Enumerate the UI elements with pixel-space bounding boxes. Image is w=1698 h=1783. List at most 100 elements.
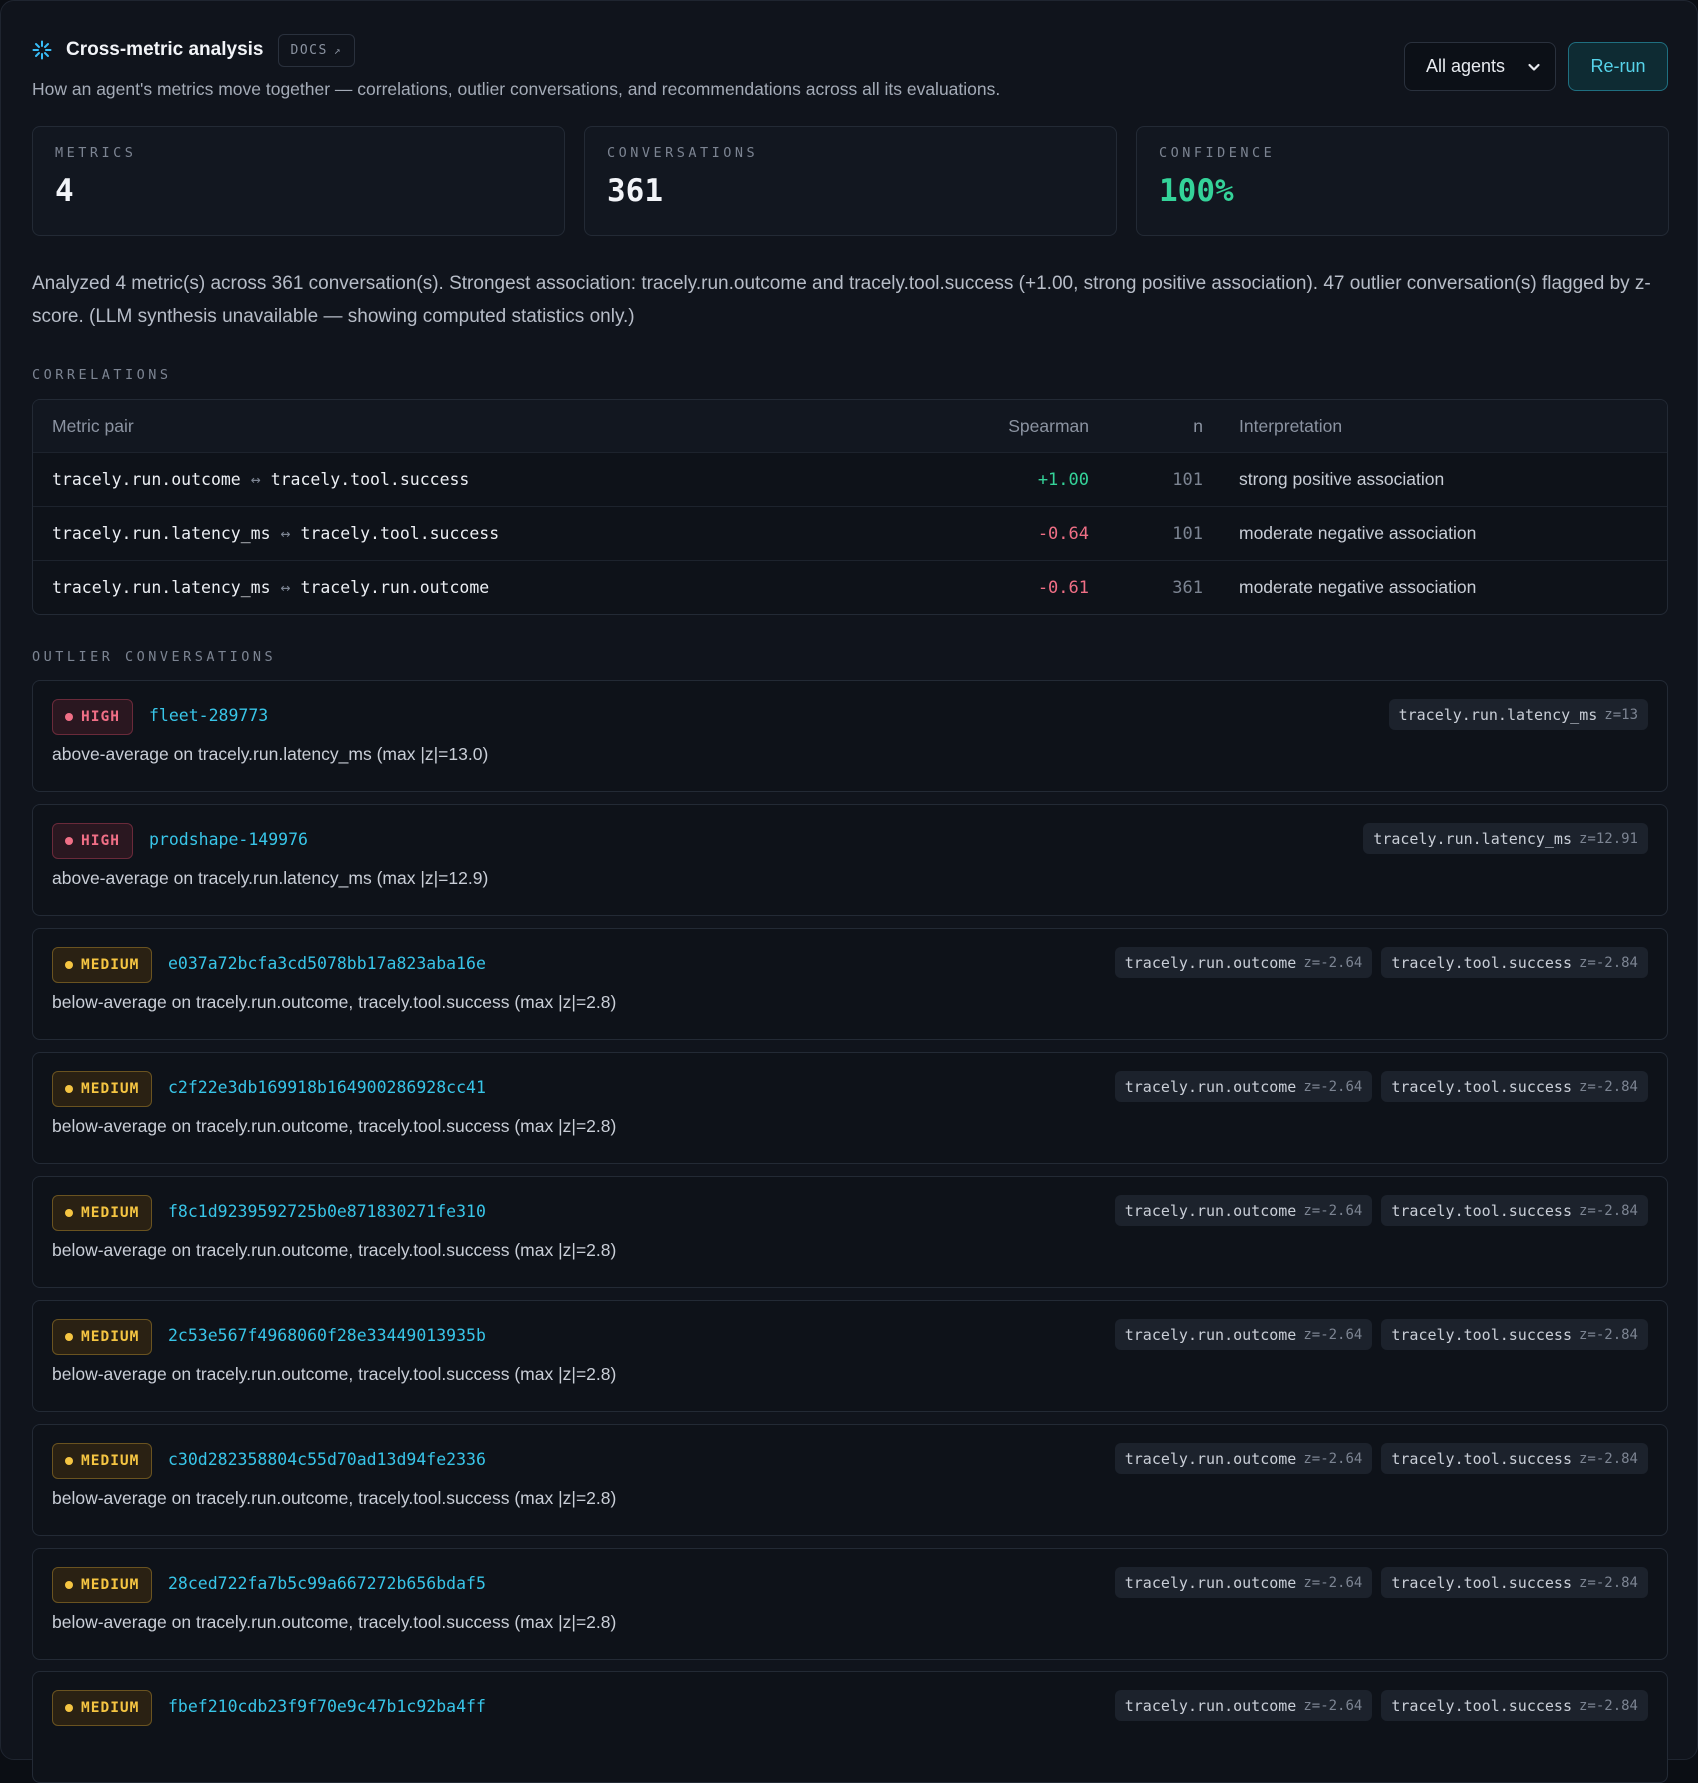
severity-label: MEDIUM bbox=[81, 1453, 140, 1469]
chip-z: z=-2.64 bbox=[1303, 1202, 1363, 1219]
table-row: tracely.run.latency_ms ↔ tracely.run.outco… bbox=[33, 560, 1667, 614]
metric-b: tracely.run.outcome bbox=[300, 578, 490, 597]
severity-dot-icon bbox=[65, 1581, 73, 1589]
rerun-button[interactable]: Re-run bbox=[1568, 42, 1668, 91]
chip-z: z=-2.64 bbox=[1303, 1078, 1363, 1095]
outlier-card[interactable]: MEDIUM f8c1d9239592725b0e871830271fe310 … bbox=[32, 1176, 1668, 1288]
conversation-id-link[interactable]: c30d282358804c55d70ad13d94fe2336 bbox=[168, 1450, 486, 1469]
conversation-id-link[interactable]: fbef210cdb23f9f70e9c47b1c92ba4ff bbox=[168, 1697, 486, 1716]
metric-chip: tracely.tool.success z=-2.84 bbox=[1381, 1567, 1648, 1598]
metric-b: tracely.tool.success bbox=[270, 470, 470, 489]
analysis-summary: Analyzed 4 metric(s) across 361 conversa… bbox=[32, 273, 1651, 327]
chip-metric: tracely.tool.success bbox=[1391, 1696, 1572, 1715]
column-header-pair: Metric pair bbox=[52, 415, 134, 436]
metric-chip: tracely.run.outcome z=-2.64 bbox=[1114, 1443, 1373, 1474]
stat-card-conversations: CONVERSATIONS 361 bbox=[584, 126, 1117, 236]
severity-label: MEDIUM bbox=[81, 1700, 140, 1716]
chip-z: z=-2.84 bbox=[1578, 1574, 1638, 1591]
outlier-description: below-average on tracely.run.outcome, tr… bbox=[52, 1364, 617, 1384]
outlier-description: below-average on tracely.run.outcome, tr… bbox=[52, 1488, 617, 1508]
column-header-spearman: Spearman bbox=[1008, 415, 1089, 436]
severity-label: HIGH bbox=[81, 709, 120, 725]
severity-badge: HIGH bbox=[52, 699, 133, 735]
outlier-card[interactable]: HIGH fleet-289773 above-average on trace… bbox=[32, 680, 1668, 792]
outlier-description: above-average on tracely.run.latency_ms … bbox=[52, 744, 489, 764]
outlier-card[interactable]: MEDIUM c2f22e3db169918b164900286928cc41 … bbox=[32, 1052, 1668, 1164]
stat-label: CONFIDENCE bbox=[1159, 145, 1276, 161]
conversation-id-link[interactable]: 2c53e567f4968060f28e33449013935b bbox=[168, 1326, 486, 1345]
outlier-card[interactable]: MEDIUM c30d282358804c55d70ad13d94fe2336 … bbox=[32, 1424, 1668, 1536]
bidirectional-arrow-icon: ↔ bbox=[280, 524, 291, 543]
outlier-card[interactable]: MEDIUM 28ced722fa7b5c99a667272b656bdaf5 … bbox=[32, 1548, 1668, 1660]
chip-metric: tracely.tool.success bbox=[1391, 1325, 1572, 1344]
metric-chip: tracely.tool.success z=-2.84 bbox=[1381, 1690, 1648, 1721]
severity-dot-icon bbox=[65, 1209, 73, 1217]
metric-chip: tracely.run.outcome z=-2.64 bbox=[1114, 1567, 1373, 1598]
bidirectional-arrow-icon: ↔ bbox=[280, 578, 291, 597]
agent-select[interactable]: All agents bbox=[1404, 42, 1556, 91]
chip-z: z=13 bbox=[1604, 706, 1638, 723]
severity-dot-icon bbox=[65, 1704, 73, 1712]
chip-z: z=-2.84 bbox=[1578, 1450, 1638, 1467]
outliers-heading: OUTLIER CONVERSATIONS bbox=[32, 649, 277, 665]
spearman-value: +1.00 bbox=[1037, 469, 1089, 490]
stats-row: METRICS 4 CONVERSATIONS 361 CONFIDENCE 1… bbox=[32, 126, 1669, 236]
chip-z: z=-2.64 bbox=[1303, 954, 1363, 971]
chip-z: z=-2.84 bbox=[1578, 954, 1638, 971]
agent-select-value: All agents bbox=[1426, 56, 1506, 76]
chip-z: z=-2.84 bbox=[1578, 1697, 1638, 1714]
metric-chips: tracely.run.outcome z=-2.64 tracely.tool.… bbox=[1114, 1443, 1648, 1474]
severity-label: MEDIUM bbox=[81, 1577, 140, 1593]
severity-label: HIGH bbox=[81, 833, 120, 849]
outlier-card[interactable]: MEDIUM e037a72bcfa3cd5078bb17a823aba16e … bbox=[32, 928, 1668, 1040]
chip-z: z=-2.84 bbox=[1578, 1202, 1638, 1219]
conversation-id-link[interactable]: 28ced722fa7b5c99a667272b656bdaf5 bbox=[168, 1574, 486, 1593]
chip-metric: tracely.run.outcome bbox=[1124, 1201, 1297, 1220]
metric-chip: tracely.run.outcome z=-2.64 bbox=[1114, 947, 1373, 978]
stat-label: METRICS bbox=[55, 145, 137, 161]
stat-label: CONVERSATIONS bbox=[607, 145, 759, 161]
conversation-id-link[interactable]: prodshape-149976 bbox=[149, 830, 308, 849]
docs-label: DOCS bbox=[290, 42, 328, 58]
metric-chip: tracely.tool.success z=-2.84 bbox=[1381, 1071, 1648, 1102]
metric-chip: tracely.tool.success z=-2.84 bbox=[1381, 1443, 1648, 1474]
chip-z: z=12.91 bbox=[1578, 830, 1638, 847]
chip-z: z=-2.64 bbox=[1303, 1697, 1363, 1714]
severity-dot-icon bbox=[65, 837, 73, 845]
severity-label: MEDIUM bbox=[81, 1081, 140, 1097]
table-row: tracely.run.latency_ms ↔ tracely.tool.succ… bbox=[33, 506, 1667, 560]
chevron-down-icon bbox=[1528, 63, 1540, 71]
table-row: tracely.run.outcome ↔ tracely.tool.success… bbox=[33, 452, 1667, 506]
bidirectional-arrow-icon: ↔ bbox=[250, 470, 261, 489]
metric-pair: tracely.run.outcome ↔ tracely.tool.success bbox=[33, 470, 973, 489]
conversation-id-link[interactable]: c2f22e3db169918b164900286928cc41 bbox=[168, 1078, 486, 1097]
metric-pair: tracely.run.latency_ms ↔ tracely.run.outco… bbox=[33, 578, 973, 597]
spearman-value: -0.61 bbox=[1037, 577, 1089, 598]
metric-a: tracely.run.outcome bbox=[52, 470, 241, 489]
severity-badge: MEDIUM bbox=[52, 1567, 153, 1603]
severity-dot-icon bbox=[65, 961, 73, 969]
conversation-id-link[interactable]: e037a72bcfa3cd5078bb17a823aba16e bbox=[168, 954, 486, 973]
column-header-n: n bbox=[1193, 415, 1203, 436]
chip-z: z=-2.64 bbox=[1303, 1326, 1363, 1343]
outlier-card[interactable]: MEDIUM 2c53e567f4968060f28e33449013935b … bbox=[32, 1300, 1668, 1412]
severity-badge: MEDIUM bbox=[52, 1319, 153, 1355]
spearman-value: -0.64 bbox=[1037, 523, 1089, 544]
outlier-card[interactable]: HIGH prodshape-149976 above-average on t… bbox=[32, 804, 1668, 916]
chip-metric: tracely.run.latency_ms bbox=[1398, 705, 1598, 724]
metric-chips: tracely.run.outcome z=-2.64 tracely.tool.… bbox=[1114, 1567, 1648, 1598]
chip-metric: tracely.run.outcome bbox=[1124, 1573, 1297, 1592]
outlier-description: below-average on tracely.run.outcome, tr… bbox=[52, 1240, 617, 1260]
conversation-id-link[interactable]: f8c1d9239592725b0e871830271fe310 bbox=[168, 1202, 486, 1221]
n-value: 101 bbox=[1172, 523, 1203, 544]
metric-chip: tracely.run.outcome z=-2.64 bbox=[1114, 1690, 1373, 1721]
outlier-card[interactable]: MEDIUM fbef210cdb23f9f70e9c47b1c92ba4ff … bbox=[32, 1671, 1668, 1783]
chip-z: z=-2.84 bbox=[1578, 1078, 1638, 1095]
metric-a: tracely.run.latency_ms bbox=[52, 578, 271, 597]
stat-card-confidence: CONFIDENCE 100% bbox=[1136, 126, 1669, 236]
severity-badge: HIGH bbox=[52, 823, 133, 859]
n-value: 101 bbox=[1172, 469, 1203, 490]
conversation-id-link[interactable]: fleet-289773 bbox=[149, 706, 268, 725]
metric-chip: tracely.tool.success z=-2.84 bbox=[1381, 1195, 1648, 1226]
docs-link[interactable]: DOCS ↗ bbox=[277, 33, 355, 67]
